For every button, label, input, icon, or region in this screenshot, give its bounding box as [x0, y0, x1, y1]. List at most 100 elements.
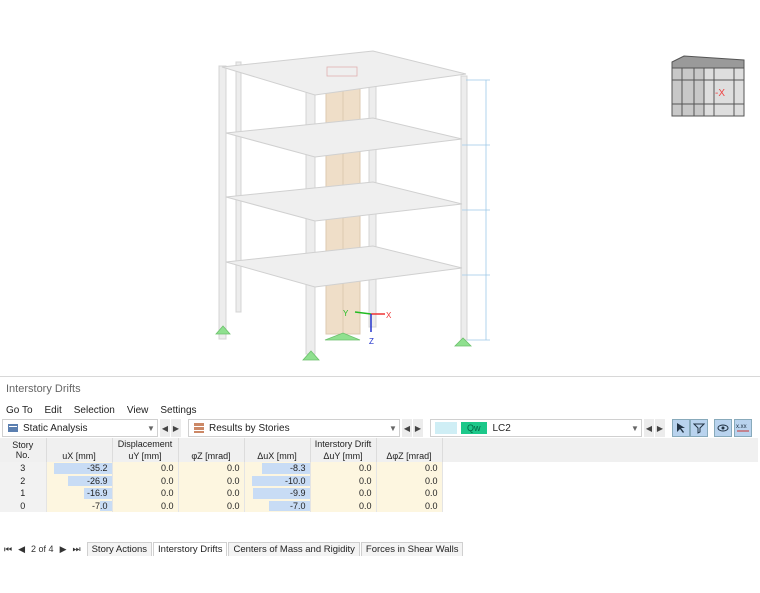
menu-selection[interactable]: Selection: [68, 403, 121, 419]
cell-dux[interactable]: -10.0: [244, 474, 311, 487]
next-results-button[interactable]: ▶: [413, 419, 423, 437]
eye-icon: [717, 424, 729, 432]
prev-analysis-button[interactable]: ◀: [160, 419, 170, 437]
cell-duy-value: 0.0: [358, 475, 372, 486]
cell-duy[interactable]: 0.0: [310, 462, 377, 475]
cell-story-value: 1: [20, 488, 26, 499]
cell-dphiz[interactable]: 0.0: [376, 462, 443, 475]
slab-1: [225, 245, 463, 288]
story-header-line1: Story: [12, 440, 34, 450]
menu-edit[interactable]: Edit: [39, 403, 68, 419]
cell-dphiz[interactable]: 0.0: [376, 474, 443, 487]
cell-ux-value: -35.2: [86, 463, 108, 474]
view-cube[interactable]: -X: [671, 55, 745, 117]
cell-dux[interactable]: -7.0: [244, 499, 311, 512]
cell-uy[interactable]: 0.0: [112, 462, 179, 475]
tab-forces-in-shear-walls[interactable]: Forces in Shear Walls: [360, 542, 464, 556]
cell-phiz[interactable]: 0.0: [178, 474, 245, 487]
cell-ux[interactable]: -26.9: [46, 474, 113, 487]
tab-centers-of-mass[interactable]: Centers of Mass and Rigidity: [228, 542, 360, 556]
support-3: [302, 350, 320, 361]
menu-go-to[interactable]: Go To: [0, 403, 39, 419]
cell-dux-value: -7.0: [289, 500, 306, 511]
cell-dux[interactable]: -9.9: [244, 487, 311, 500]
analysis-select[interactable]: Static Analysis ▼: [2, 419, 158, 437]
load-case-select[interactable]: Qw LC2 ▼: [430, 419, 642, 437]
stories-icon: [194, 423, 204, 433]
displacement-group-header: Displacement: [112, 438, 179, 450]
view-values-button[interactable]: [714, 419, 732, 437]
next-page-icon[interactable]: ▶: [60, 544, 67, 555]
static-analysis-icon: [8, 424, 18, 432]
prev-results-button[interactable]: ◀: [402, 419, 412, 437]
cell-ux-value: -16.9: [86, 488, 108, 499]
cell-phiz[interactable]: 0.0: [178, 499, 245, 512]
last-page-icon[interactable]: ⏭: [72, 544, 80, 555]
first-page-icon[interactable]: ⏮: [4, 544, 12, 555]
cell-dphiz-value: 0.0: [424, 475, 438, 486]
building-model: X Y Z -X: [215, 50, 745, 361]
load-case-badge: Qw: [461, 422, 487, 434]
cell-phiz-value: 0.0: [226, 475, 240, 486]
results-select[interactable]: Results by Stories ▼: [188, 419, 400, 437]
next-load-case-button[interactable]: ▶: [655, 419, 665, 437]
cursor-icon: [677, 423, 685, 433]
cell-story[interactable]: 1: [0, 487, 47, 500]
cell-duy[interactable]: 0.0: [310, 499, 377, 512]
cell-uy[interactable]: 0.0: [112, 487, 179, 500]
col-dphiz-header: ΔφZ [mrad]: [376, 450, 443, 462]
cell-phiz[interactable]: 0.0: [178, 487, 245, 500]
prev-page-icon[interactable]: ◀: [18, 544, 25, 555]
filter-icon: [693, 423, 705, 434]
cell-dux[interactable]: -8.3: [244, 462, 311, 475]
next-analysis-button[interactable]: ▶: [171, 419, 181, 437]
cell-uy[interactable]: 0.0: [112, 474, 179, 487]
select-in-model-button[interactable]: [672, 419, 690, 437]
table-row[interactable]: 0 -7.0 0.0 0.0 -7.0 0.0 0.0: [0, 499, 758, 512]
cell-duy-value: 0.0: [358, 500, 372, 511]
cell-ux[interactable]: -7.0: [46, 499, 113, 512]
model-viewport[interactable]: X Y Z -X: [0, 0, 760, 376]
cell-duy[interactable]: 0.0: [310, 474, 377, 487]
cell-story[interactable]: 0: [0, 499, 47, 512]
col-story-header: Story No.: [0, 438, 47, 462]
cell-story[interactable]: 3: [0, 462, 47, 475]
cell-duy[interactable]: 0.0: [310, 487, 377, 500]
load-case-value: LC2: [492, 422, 511, 434]
cell-story[interactable]: 2: [0, 474, 47, 487]
col-ux-header: uX [mm]: [46, 450, 113, 462]
column-rear-1: [235, 61, 242, 313]
cell-phiz-value: 0.0: [226, 488, 240, 499]
filter-button[interactable]: [690, 419, 708, 437]
table-row[interactable]: 2 -26.9 0.0 0.0 -10.0 0.0 0.0: [0, 474, 758, 487]
cell-story-value: 2: [20, 475, 26, 486]
prev-load-case-button[interactable]: ◀: [644, 419, 654, 437]
cell-dux-value: -10.0: [284, 475, 306, 486]
cell-uy-value: 0.0: [160, 488, 174, 499]
menu-view[interactable]: View: [121, 403, 155, 419]
cell-dphiz[interactable]: 0.0: [376, 487, 443, 500]
cell-story-value: 0: [20, 500, 26, 511]
cell-phiz-value: 0.0: [226, 500, 240, 511]
cell-dux-value: -8.3: [289, 463, 306, 474]
slab-3: [225, 117, 463, 158]
cell-uy[interactable]: 0.0: [112, 499, 179, 512]
cell-duy-value: 0.0: [358, 463, 372, 474]
decimals-button[interactable]: x.xx: [734, 419, 752, 437]
menu-settings[interactable]: Settings: [154, 403, 202, 419]
slab-roof: [221, 50, 467, 96]
cell-uy-value: 0.0: [160, 475, 174, 486]
column-front-right: [460, 75, 468, 341]
tab-story-actions[interactable]: Story Actions: [86, 542, 153, 556]
cell-dphiz[interactable]: 0.0: [376, 499, 443, 512]
cell-ux[interactable]: -16.9: [46, 487, 113, 500]
decimals-icon: x.xx: [736, 424, 749, 432]
table-row[interactable]: 3 -35.2 0.0 0.0 -8.3 0.0 0.0: [0, 462, 758, 475]
cell-duy-value: 0.0: [358, 488, 372, 499]
cell-phiz[interactable]: 0.0: [178, 462, 245, 475]
cell-ux[interactable]: -35.2: [46, 462, 113, 475]
table-row[interactable]: 1 -16.9 0.0 0.0 -9.9 0.0 0.0: [0, 487, 758, 500]
tab-interstory-drifts[interactable]: Interstory Drifts: [153, 542, 228, 556]
tab-bar: ⏮ ◀ 2 of 4 ▶ ⏭ Story Actions Interstory …: [0, 542, 760, 556]
svg-text:x.xx: x.xx: [736, 424, 747, 430]
